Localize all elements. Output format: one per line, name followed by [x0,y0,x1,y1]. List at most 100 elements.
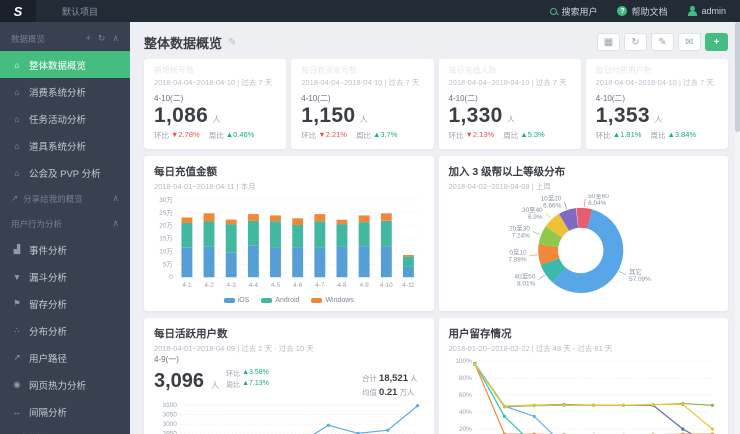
sidebar-item[interactable]: ▼ 漏斗分析 [0,263,130,290]
scrollbar[interactable] [735,22,740,434]
svg-text:4-11: 4-11 [402,282,415,289]
level-donut-chart[interactable]: 50至60 6.04% 其它 57.09% 40至50 8.01% 0至10 7.88% 20至… [449,194,719,305]
stat-card-range: 2018-04-04~2018-04-10 | 过去 7 天 [301,78,420,87]
svg-text:20至30: 20至30 [509,225,530,233]
menu-item-icon: ▟ [13,244,21,254]
stat-card-date: 4-10(二) [154,94,184,103]
stat-card[interactable]: 新增账号数 2018-04-04~2018-04-10 | 过去 7 天 4-1… [144,59,287,150]
project-selector[interactable]: 默认项目 [62,5,98,18]
svg-text:3000: 3000 [162,421,177,428]
sidebar-item[interactable]: ⌂ 任务活动分析 [0,105,130,132]
legend-item[interactable]: iOS [223,297,249,304]
sidebar-item[interactable]: ∴ 分布分析 [0,317,130,344]
svg-text:7.24%: 7.24% [511,233,530,240]
summary-stat: 合计 18,521 人 [361,373,418,385]
edit-title-icon[interactable]: ✎ [228,37,236,48]
home-icon: ⌂ [14,167,20,178]
svg-text:其它: 其它 [629,267,642,276]
svg-text:6.66%: 6.66% [543,203,562,210]
svg-text:6.9%: 6.9% [527,214,542,221]
dau-chart-card: 每日活跃用户数 2018-04-01~2018-04-09 | 过去 2 天 -… [144,318,434,434]
sidebar-item[interactable]: ▟ 事件分析 [0,236,130,263]
home-icon: ⌂ [14,113,20,124]
project-name: 默认项目 [62,6,99,17]
svg-text:0至10: 0至10 [509,249,527,257]
svg-text:4-7: 4-7 [315,282,325,289]
sidebar-group-user[interactable]: 用户分析 ∧ [0,425,130,434]
mom-change: ▲1.81% [612,130,642,140]
chart-title: 用户留存情况 [448,328,512,341]
stat-card[interactable]: 每日充值人数 2018-04-04~2018-04-10 | 过去 7 天 4-… [438,59,581,150]
stat-card-row: 新增账号数 2018-04-04~2018-04-10 | 过去 7 天 4-1… [144,59,728,150]
collapse-behavior-icon[interactable]: ∧ [112,218,119,229]
retention-chart-card: 用户留存情况 2018-01-20~2018-02-22 | 过去 48 天 -… [438,318,728,434]
svg-text:4-2: 4-2 [204,282,214,289]
collapse-overview-icon[interactable]: ∧ [112,33,119,44]
recharge-stacked-bar-chart[interactable]: 30万 25万 20万 15万 10万 5万 0 4-1 4-2 4-3 4-4 4-5 4-6 4-7 4… [154,194,424,297]
collapse-shared-icon[interactable]: ∧ [112,193,119,204]
sidebar-item[interactable]: ↗ 用户路径 [0,344,130,371]
scrollbar-thumb[interactable] [735,22,740,132]
sidebar-item[interactable]: ⌂ 整体数据概览 [0,51,130,78]
stat-card-range: 2018-04-04~2018-04-10 | 过去 7 天 [448,78,567,87]
share-icon: ↗ [11,193,19,203]
stat-card-unit: 人 [507,115,516,124]
change-badge: ▲3.58% [242,369,269,377]
legend-swatch [261,298,273,304]
sidebar-item[interactable]: ⌂ 公会及 PVP 分析 [0,159,130,186]
toolbar: ▦ ↻ ✎ ✉ + [597,33,728,51]
menu-item-icon: ↗ [13,352,21,362]
sidebar-item[interactable]: ↔ 间隔分析 [0,398,130,425]
add-card-button[interactable]: + [705,33,728,51]
sidebar-item[interactable]: ⚑ 留存分析 [0,290,130,317]
add-overview-icon[interactable]: + [86,33,91,44]
recharge-chart-card: 每日充值金额 2018-04-01~2018-04-11 | 本月 30万 25万… [144,156,434,312]
sidebar-group-overview: 数据概览 + ↻ ∧ [11,33,119,44]
message-button[interactable]: ✉ [678,33,701,51]
stat-card-unit: 人 [359,115,368,124]
change-badge: ▲7.13% [242,380,269,388]
retention-line-chart[interactable]: 100%80%60%40%20%0%第0周第1周第2周第3周第4周第5周第6周第… [449,356,719,434]
summary-stat: 均值 0.21 万人 [361,387,415,399]
bar-legend: iOS Android Windows [154,297,424,304]
menu-item-icon: ▼ [12,271,22,282]
calendar-button[interactable]: ▦ [597,33,620,51]
user-menu[interactable]: admin [687,6,726,16]
home-icon: ⌂ [14,59,20,70]
stat-card-title: 新增账号数 [154,66,194,75]
home-icon: ⌂ [14,86,20,97]
stat-card-value: 1,330 [448,104,503,127]
stat-card-value: 1,353 [595,104,650,127]
chart-title: 每日充值金额 [154,166,217,179]
page-title: 整体数据概览 [144,35,223,51]
home-icon: ⌂ [14,140,20,151]
sidebar-item[interactable]: ◉ 网页热力分析 [0,371,130,398]
sidebar-item[interactable]: ⌂ 道具系统分析 [0,132,130,159]
refresh-button[interactable]: ↻ [624,33,647,51]
stat-card-unit: 人 [212,115,221,124]
help-docs-button[interactable]: ? 帮助文档 [617,5,667,18]
svg-text:4-5: 4-5 [271,282,281,289]
sidebar-item[interactable]: ⌂ 消费系统分析 [0,78,130,105]
dau-line-chart[interactable]: 31003050300029502900285028004-14-24-34-4… [154,400,424,434]
stat-card[interactable]: 每日登录账号数 2018-04-04~2018-04-10 | 过去 7 天 4… [291,59,434,150]
chart-subtitle: 2018-01-20~2018-02-22 | 过去 48 天 - 过去 81 … [448,344,613,354]
sidebar-group-behavior[interactable]: 用户行为分析 ∧ [0,211,130,236]
chart-subtitle: 2018-04-01~2018-04-09 | 过去 2 天 - 过去 10 天 [154,344,314,354]
stat-card-title: 每日充值人数 [448,66,497,75]
wow-change: ▲3.84% [667,130,697,140]
stat-card[interactable]: 每日付费用户数 2018-04-04~2018-04-10 | 过去 7 天 4… [585,59,728,150]
svg-text:5万: 5万 [163,260,174,268]
edit-button[interactable]: ✎ [651,33,674,51]
app-logo[interactable]: S [0,0,36,22]
legend-item[interactable]: Windows [311,297,354,304]
sidebar-group-shared[interactable]: ↗ 分享给我的概览 ∧ [0,186,130,211]
chart-subtitle: 2018-04-02~2018-04-08 | 上周 [448,182,551,192]
svg-text:25万: 25万 [159,209,173,217]
search-user-button[interactable]: 搜索用户 [550,5,597,18]
refresh-overview-icon[interactable]: ↻ [98,33,106,44]
legend-swatch [223,298,235,304]
legend-item[interactable]: Android [261,297,299,304]
mom-change: ▼2.13% [465,130,495,140]
svg-text:4-6: 4-6 [293,282,303,289]
